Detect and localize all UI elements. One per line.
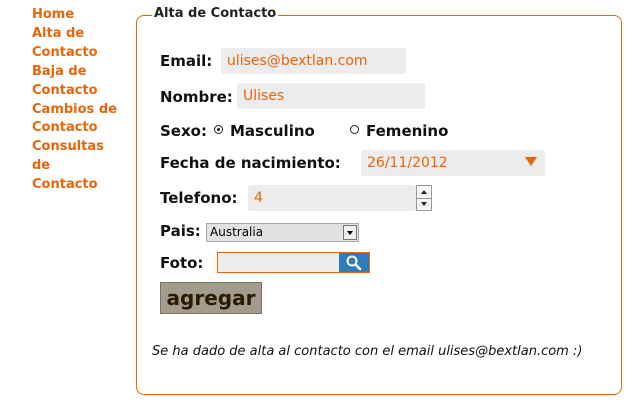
spinner-down-button[interactable] xyxy=(417,198,431,210)
nav-link-baja-line2[interactable]: Contacto xyxy=(32,82,128,101)
radio-femenino-label: Femenino xyxy=(366,122,449,140)
radio-unchecked-icon[interactable] xyxy=(350,125,359,134)
fecha-value: 26/11/2012 xyxy=(367,155,448,171)
spinner-up-icon xyxy=(421,190,427,194)
telefono-spinner[interactable] xyxy=(416,185,432,211)
nav-link-alta-line2[interactable]: Contacto xyxy=(32,44,128,63)
nav-link-alta-line1[interactable]: Alta de xyxy=(32,25,128,44)
foto-file-input[interactable] xyxy=(217,252,370,273)
nav-link-cambios-line2[interactable]: Contacto xyxy=(32,119,128,138)
nav-link-consultas-line3[interactable]: Contacto xyxy=(32,176,128,195)
nombre-field[interactable]: Ulises xyxy=(237,83,425,109)
fecha-label: Fecha de nacimiento: xyxy=(160,154,341,172)
radio-checked-icon[interactable] xyxy=(214,125,223,134)
sexo-label: Sexo: xyxy=(160,122,207,140)
radio-masculino-label: Masculino xyxy=(230,122,315,140)
search-icon xyxy=(346,255,362,271)
agregar-button[interactable]: agregar xyxy=(160,282,262,314)
pais-label: Pais: xyxy=(160,222,201,240)
select-arrow-icon[interactable] xyxy=(343,225,357,240)
nav-link-consultas-line1[interactable]: Consultas xyxy=(32,138,128,157)
browse-button[interactable] xyxy=(339,253,369,272)
form-legend: Alta de Contacto xyxy=(152,6,279,21)
nombre-label: Nombre: xyxy=(160,88,233,106)
spinner-down-icon xyxy=(421,202,427,206)
telefono-field[interactable]: 4 xyxy=(248,185,416,211)
email-label: Email: xyxy=(160,52,213,70)
email-field[interactable]: ulises@bextlan.com xyxy=(221,48,406,74)
nav-link-consultas-line2[interactable]: de xyxy=(32,157,128,176)
nav-link-home[interactable]: Home xyxy=(32,6,128,25)
pais-select[interactable]: Australia xyxy=(206,223,359,242)
nav-link-cambios-line1[interactable]: Cambios de xyxy=(32,101,128,120)
success-message: Se ha dado de alta al contacto con el em… xyxy=(152,344,583,359)
left-nav: Home Alta de Contacto Baja de Contacto C… xyxy=(32,6,128,195)
nav-link-baja-line1[interactable]: Baja de xyxy=(32,63,128,82)
telefono-label: Telefono: xyxy=(160,189,238,207)
foto-label: Foto: xyxy=(160,254,204,272)
dropdown-arrow-icon[interactable] xyxy=(525,157,537,166)
pais-value: Australia xyxy=(210,225,264,239)
fecha-field[interactable]: 26/11/2012 xyxy=(361,150,545,176)
